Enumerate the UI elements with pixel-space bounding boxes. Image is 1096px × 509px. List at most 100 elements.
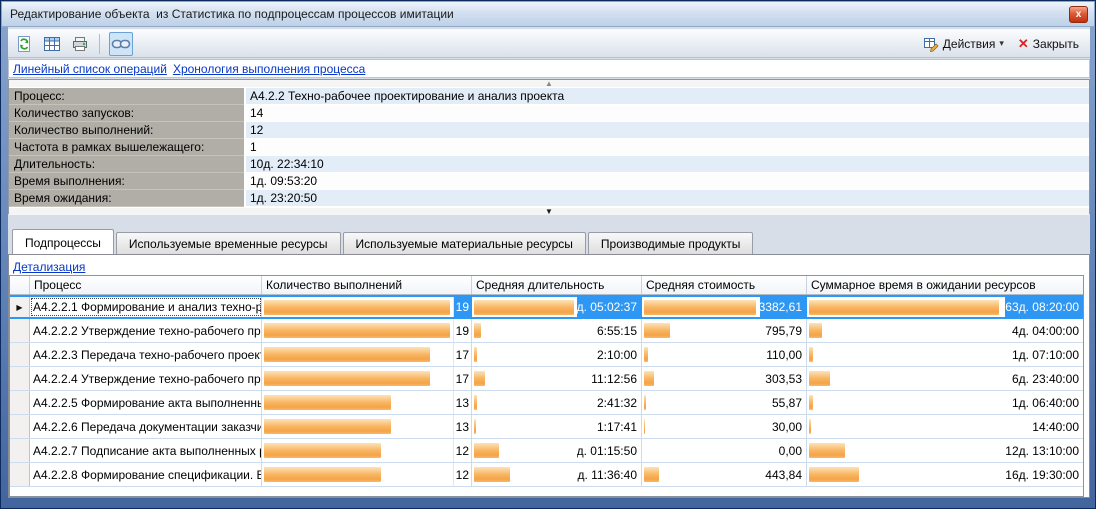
duration-bar [474,443,499,458]
duration-value: 1д. 01:15:50 [577,439,642,462]
cost-bar [644,419,645,434]
process-cell[interactable]: A4.2.2.6 Передача документации заказчику… [30,415,262,438]
header-wait[interactable]: Суммарное время в ожидании ресурсов [807,276,1083,294]
duration-bar [474,347,477,362]
header-cost[interactable]: Средняя стоимость [642,276,807,294]
cost-bar-cell [642,391,760,414]
wait-value: 4д. 04:00:00 [1005,319,1083,342]
count-value: 17 [454,367,472,390]
cost-bar [644,347,648,362]
process-chronology-link[interactable]: Хронология выполнения процесса [173,62,365,76]
process-cell[interactable]: A4.2.2.3 Передача техно-рабочего проекта… [30,343,262,366]
cost-bar-cell [642,463,760,486]
property-label: Время ожидания: [9,190,244,207]
property-value[interactable]: 1д. 09:53:20 [244,173,1089,190]
table-row[interactable]: ▶ A4.2.2.1 Формирование и анализ техно-р… [10,295,1083,319]
dialog-content: Действия ▾ ✕ Закрыть Линейный список опе… [8,27,1090,498]
cost-value: 30,00 [760,415,807,438]
duration-bar-cell [472,343,577,366]
row-indicator-cell [10,367,30,390]
property-label: Длительность: [9,156,244,173]
tab-temporary-resources[interactable]: Используемые временные ресурсы [116,232,341,254]
scroll-down-button[interactable]: ▼ [9,207,1089,215]
scroll-down-icon: ▼ [545,208,553,216]
header-duration[interactable]: Средняя длительность [472,276,642,294]
row-indicator-cell [10,343,30,366]
duration-bar-cell [472,439,577,462]
property-value[interactable]: 14 [244,105,1089,122]
row-indicator-cell [10,439,30,462]
tab-products[interactable]: Производимые продукты [588,232,754,254]
table-row[interactable]: A4.2.2.3 Передача техно-рабочего проекта… [10,343,1083,367]
process-cell[interactable]: A4.2.2.8 Формирование спецификации. Вне.… [30,463,262,486]
count-bar [264,323,450,338]
print-button[interactable] [68,32,92,56]
count-bar-cell [262,391,454,414]
table-row[interactable]: A4.2.2.5 Формирование акта выполненных..… [10,391,1083,415]
actions-button[interactable]: Действия ▾ [916,33,1011,55]
duration-bar-cell [472,415,577,438]
table-row[interactable]: A4.2.2.2 Утверждение техно-рабочего прое… [10,319,1083,343]
duration-value: 1:17:41 [577,415,642,438]
header-process[interactable]: Процесс [30,276,262,294]
process-cell[interactable]: A4.2.2.5 Формирование акта выполненных..… [30,391,262,414]
wait-bar-cell [807,297,1005,317]
process-cell[interactable]: A4.2.2.7 Подписание акта выполненных раб… [30,439,262,462]
row-indicator-cell: ▶ [10,297,30,317]
header-count[interactable]: Количество выполнений [262,276,472,294]
close-dialog-button[interactable]: ✕ Закрыть [1011,33,1086,55]
refresh-document-button[interactable] [12,32,36,56]
scroll-up-button[interactable]: ▲ [9,80,1089,88]
wait-bar-cell [807,391,1005,414]
table-header: Процесс Количество выполнений Средняя дл… [10,276,1083,295]
property-value[interactable]: 1 [244,139,1089,156]
duration-bar-cell [472,297,577,317]
count-bar [264,467,381,482]
duration-value: 6:55:15 [577,319,642,342]
tab-material-resources[interactable]: Используемые материальные ресурсы [343,232,586,254]
count-bar [264,347,430,362]
window-close-button[interactable]: x [1069,6,1088,23]
wait-bar [809,419,811,434]
count-bar-cell [262,343,454,366]
table-row[interactable]: A4.2.2.8 Формирование спецификации. Вне.… [10,463,1083,487]
table-row[interactable]: A4.2.2.7 Подписание акта выполненных раб… [10,439,1083,463]
table-row[interactable]: A4.2.2.6 Передача документации заказчику… [10,415,1083,439]
property-value[interactable]: 12 [244,122,1089,139]
duration-bar [474,467,510,482]
duration-bar [474,300,574,315]
property-value[interactable]: 1д. 23:20:50 [244,190,1089,207]
actions-label: Действия [943,37,996,51]
toolbar: Действия ▾ ✕ Закрыть [8,29,1090,58]
property-value[interactable]: 10д. 22:34:10 [244,156,1089,173]
table-row[interactable]: A4.2.2.4 Утверждение техно-рабочего прое… [10,367,1083,391]
chevron-down-icon: ▾ [999,38,1004,49]
cost-bar [644,467,659,482]
title-bar[interactable]: Редактирование объекта из Статистика по … [2,2,1094,27]
grid-view-button[interactable] [40,32,64,56]
wait-bar-cell [807,367,1005,390]
count-bar-cell [262,463,454,486]
property-value[interactable]: A4.2.2 Техно-рабочее проектирование и ан… [244,88,1089,105]
wait-bar-cell [807,439,1005,462]
property-label: Время выполнения: [9,173,244,190]
count-value: 12 [454,439,472,462]
close-label: Закрыть [1033,37,1079,51]
duration-value: 4д. 05:02:37 [577,297,642,317]
links-mode-button[interactable] [109,32,133,56]
process-cell[interactable]: A4.2.2.2 Утверждение техно-рабочего прое… [30,319,262,342]
grid-empty-area [10,487,1083,496]
detail-link[interactable]: Детализация [13,260,85,274]
linear-operations-link[interactable]: Линейный список операций [13,62,167,76]
process-cell[interactable]: A4.2.2.4 Утверждение техно-рабочего прое… [30,367,262,390]
cost-value: 3382,61 [760,297,807,317]
cost-bar-cell [642,439,760,462]
cost-bar-cell [642,319,760,342]
count-bar-cell [262,367,454,390]
wait-bar [809,347,813,362]
window-title: Редактирование объекта из Статистика по … [2,7,454,21]
process-cell[interactable]: A4.2.2.1 Формирование и анализ техно-раб… [30,297,262,317]
tab-subprocesses[interactable]: Подпроцессы [12,229,114,254]
count-value: 13 [454,391,472,414]
count-bar [264,419,391,434]
